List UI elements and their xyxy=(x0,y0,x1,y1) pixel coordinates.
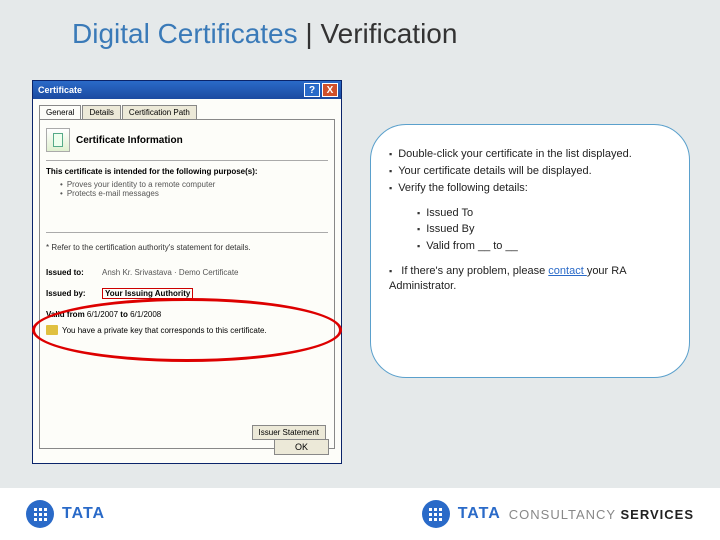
footer-right-logo: TATA CONSULTANCY SERVICES xyxy=(422,500,694,528)
valid-row: Valid from 6/1/2007 to 6/1/2008 xyxy=(46,310,328,319)
callout-item: Verify the following details: xyxy=(389,181,671,196)
callout-item: Double-click your certificate in the lis… xyxy=(389,147,671,162)
issued-by-label: Issued by: xyxy=(46,289,102,298)
window-title: Certificate xyxy=(36,85,304,95)
help-button[interactable]: ? xyxy=(304,83,320,97)
issued-to-label: Issued to: xyxy=(46,268,102,277)
valid-from-value: 6/1/2007 xyxy=(87,310,118,319)
valid-to-value: 6/1/2008 xyxy=(130,310,161,319)
tab-cert-path[interactable]: Certification Path xyxy=(122,105,197,119)
valid-from-label: Valid from xyxy=(46,310,85,319)
close-button[interactable]: X xyxy=(322,83,338,97)
purpose-heading: This certificate is intended for the fol… xyxy=(46,167,328,176)
ok-button[interactable]: OK xyxy=(274,439,329,455)
certificate-dialog: Certificate ? X General Details Certific… xyxy=(32,80,342,464)
slide-title: Digital Certificates | Verification xyxy=(72,18,457,50)
footer-left-logo: TATA xyxy=(26,500,105,528)
contact-link[interactable]: contact xyxy=(548,265,587,277)
callout-subitem: Issued To xyxy=(417,206,671,221)
title-sep: | xyxy=(298,18,321,49)
certificate-icon xyxy=(46,128,70,152)
tab-general[interactable]: General xyxy=(39,105,81,119)
callout-text: If there's any problem, please xyxy=(401,265,548,277)
cert-info-heading: Certificate Information xyxy=(76,135,183,146)
tata-wordmark: TATA xyxy=(62,505,105,523)
tcs-wordmark: CONSULTANCY SERVICES xyxy=(509,507,694,522)
issued-to-value: Ansh Kr. Srivastava · Demo Certificate xyxy=(102,268,328,277)
callout-item: Your certificate details will be display… xyxy=(389,164,671,179)
purpose-item: Proves your identity to a remote compute… xyxy=(60,180,328,189)
tab-details[interactable]: Details xyxy=(82,105,120,119)
callout-item: If there's any problem, please contact y… xyxy=(389,264,671,294)
tab-strip: General Details Certification Path xyxy=(39,105,335,119)
callout-subitem: Valid from __ to __ xyxy=(417,239,671,254)
tab-panel-general: Certificate Information This certificate… xyxy=(39,119,335,449)
purpose-item: Protects e-mail messages xyxy=(60,189,328,198)
tata-wordmark: TATA xyxy=(458,505,501,523)
valid-to-label: to xyxy=(120,310,128,319)
key-icon xyxy=(46,325,58,335)
title-part1: Digital Certificates xyxy=(72,18,298,49)
private-key-note: You have a private key that corresponds … xyxy=(62,326,267,335)
issued-by-row: Issued by: Your Issuing Authority xyxy=(46,287,328,300)
footer: TATA TATA CONSULTANCY SERVICES xyxy=(0,488,720,540)
instruction-callout: Double-click your certificate in the lis… xyxy=(370,124,690,378)
refer-note: * Refer to the certification authority's… xyxy=(46,243,328,252)
private-key-row: You have a private key that corresponds … xyxy=(46,325,328,335)
tata-logo-icon xyxy=(422,500,450,528)
issued-to-row: Issued to: Ansh Kr. Srivastava · Demo Ce… xyxy=(46,266,328,279)
purpose-list: Proves your identity to a remote compute… xyxy=(60,180,328,198)
title-part2: Verification xyxy=(320,18,457,49)
callout-subitem: Issued By xyxy=(417,222,671,237)
issued-by-value: Your Issuing Authority xyxy=(102,288,193,299)
tata-logo-icon xyxy=(26,500,54,528)
issuer-statement-button[interactable]: Issuer Statement xyxy=(252,425,326,440)
titlebar[interactable]: Certificate ? X xyxy=(33,81,341,99)
